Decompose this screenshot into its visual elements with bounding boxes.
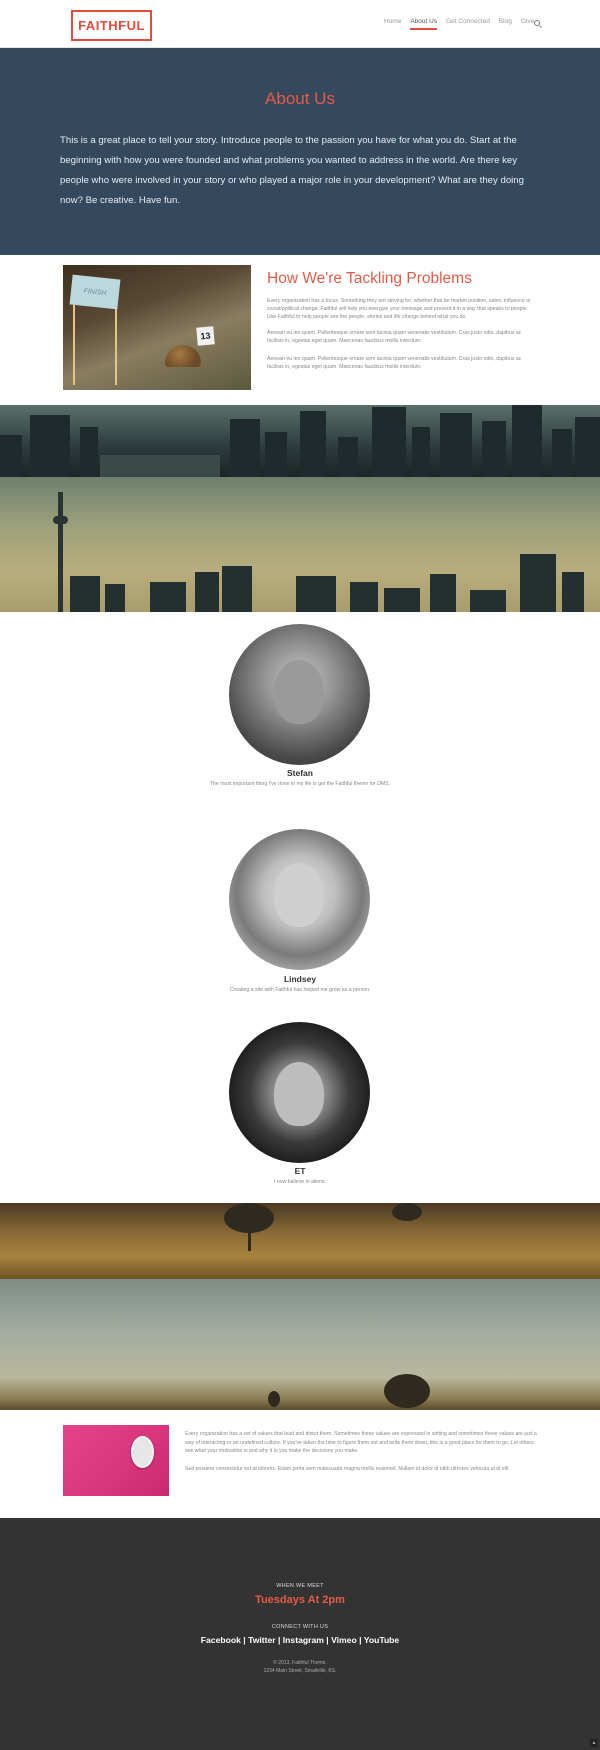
finish-snail-image: FINISH 13 <box>63 265 251 390</box>
building <box>512 405 542 477</box>
separator: | <box>356 1635 364 1645</box>
pink-clock-image <box>63 1425 169 1496</box>
site-header: FAITHFUL Home About Us Get Connected Blo… <box>0 0 600 48</box>
address: 1234 Main Street, Smallville, KS. <box>263 1668 337 1674</box>
nav-item-home[interactable]: Home <box>384 18 401 30</box>
connect-label: CONNECT WITH US <box>271 1624 329 1630</box>
section-paragraph: Every organization has a focus. Somethin… <box>267 298 531 320</box>
city-banner-bottom <box>0 477 600 612</box>
values-paragraph: Sed posuere consectetur est at lobortis.… <box>185 1466 510 1472</box>
tree <box>224 1203 274 1233</box>
youtube-link[interactable]: YouTube <box>364 1635 399 1645</box>
number-tag: 13 <box>196 326 215 346</box>
avatar-lindsey <box>229 829 370 970</box>
meet-time: Tuesdays At 2pm <box>255 1594 345 1606</box>
main-nav: Home About Us Get Connected Blog Give <box>384 18 543 30</box>
building <box>412 427 430 477</box>
building <box>150 582 186 612</box>
twitter-link[interactable]: Twitter <box>248 1635 276 1645</box>
tree <box>392 1203 422 1221</box>
building <box>80 427 98 477</box>
instagram-link[interactable]: Instagram <box>283 1635 324 1645</box>
social-links: Facebook | Twitter | Instagram | Vimeo |… <box>0 1635 600 1645</box>
site-footer: WHEN WE MEET Tuesdays At 2pm CONNECT WIT… <box>0 1518 600 1750</box>
building <box>195 572 219 612</box>
copyright: © 2013, Faithful Theme. <box>273 1660 327 1666</box>
nav-item-give[interactable]: Give <box>521 18 534 30</box>
building <box>440 413 472 477</box>
search-icon[interactable] <box>534 20 540 26</box>
building <box>222 566 252 612</box>
member-name: Lindsey <box>283 974 317 984</box>
building <box>300 411 326 477</box>
building <box>430 574 456 612</box>
face <box>274 863 324 927</box>
section-paragraph: Aenean eu leo quam. Pellentesque ornare … <box>267 330 522 344</box>
building <box>265 432 287 477</box>
building <box>338 437 358 477</box>
avatar-et <box>229 1022 370 1163</box>
building <box>105 584 125 612</box>
building <box>230 419 260 477</box>
tree-trunk <box>248 1231 251 1251</box>
meet-label: WHEN WE MEET <box>276 1583 324 1589</box>
cn-tower <box>58 492 63 612</box>
clock-icon <box>131 1436 154 1468</box>
section-title: How We're Tackling Problems <box>267 270 472 287</box>
section-paragraph: Aenean eu leo quam. Pellentesque ornare … <box>267 356 522 370</box>
field-banner-bottom <box>0 1279 600 1410</box>
cn-tower-pod <box>53 516 68 524</box>
face <box>274 1062 324 1126</box>
about-hero: About Us This is a great place to tell y… <box>0 48 600 255</box>
field-banner-top <box>0 1203 600 1279</box>
flag-stick <box>73 305 75 385</box>
values-paragraph: Every organization has a set of values t… <box>185 1431 537 1454</box>
city-banner-top <box>0 405 600 477</box>
pavilion <box>100 455 220 477</box>
building <box>0 435 22 477</box>
building <box>30 415 70 477</box>
building <box>350 582 378 612</box>
building <box>296 576 336 612</box>
page-title: About Us <box>265 89 335 108</box>
separator: | <box>240 1635 249 1645</box>
tree <box>268 1391 280 1407</box>
building <box>552 429 572 477</box>
building <box>575 417 600 477</box>
building <box>562 572 584 612</box>
member-name: ET <box>294 1166 306 1176</box>
site-logo[interactable]: FAITHFUL <box>71 10 152 41</box>
vimeo-link[interactable]: Vimeo <box>331 1635 357 1645</box>
back-to-top-button[interactable]: ▲ <box>590 1739 598 1747</box>
building <box>520 554 556 612</box>
member-quote: Creating a site with Faithful has helped… <box>229 987 371 993</box>
nav-item-about-us[interactable]: About Us <box>410 18 438 30</box>
nav-item-get-connected[interactable]: Get Connected <box>446 18 490 30</box>
nav-item-blog[interactable]: Blog <box>499 18 512 30</box>
separator: | <box>323 1635 332 1645</box>
tree <box>384 1374 430 1408</box>
avatar-stefan <box>229 624 370 765</box>
building <box>384 588 420 612</box>
separator: | <box>275 1635 283 1645</box>
member-quote: The most important thing I've done in my… <box>209 781 391 787</box>
member-name: Stefan <box>287 768 313 778</box>
building <box>482 421 506 477</box>
building <box>70 576 100 612</box>
building <box>372 407 406 477</box>
hero-text: This is a great place to tell your story… <box>60 135 524 206</box>
flag-stick <box>115 305 117 385</box>
snail-shell <box>165 345 201 367</box>
member-quote: I now believe in aliens. <box>273 1179 327 1185</box>
facebook-link[interactable]: Facebook <box>201 1635 241 1645</box>
face <box>274 660 324 724</box>
finish-flag: FINISH <box>69 274 121 310</box>
building <box>470 590 506 612</box>
